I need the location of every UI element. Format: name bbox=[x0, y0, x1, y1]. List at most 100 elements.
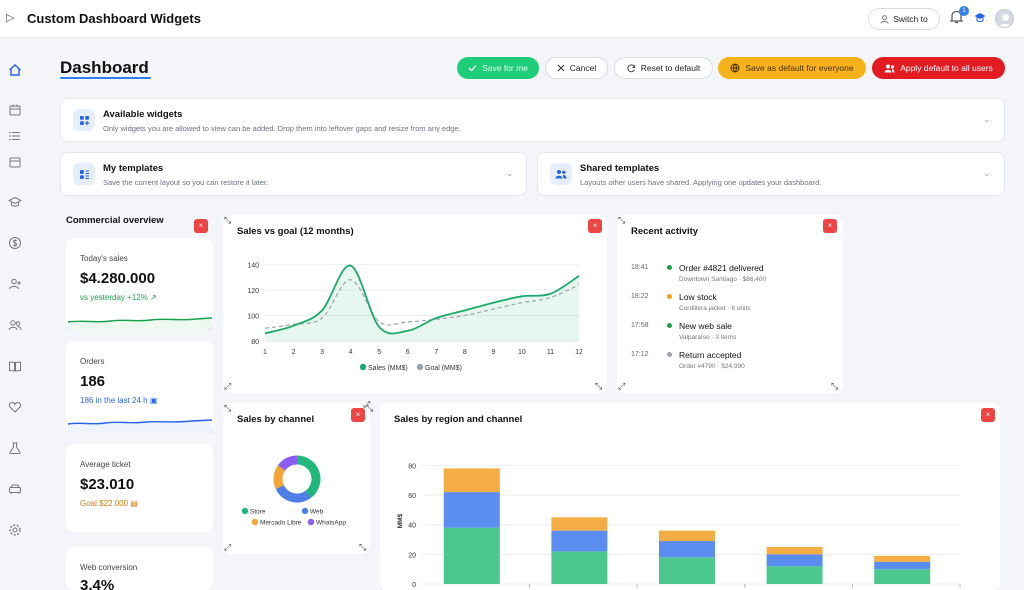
sidebar-toggle-icon[interactable]: ▷ bbox=[6, 11, 14, 24]
y-tick-label: 120 bbox=[247, 288, 259, 295]
apply-all-label: Apply default to all users bbox=[900, 63, 993, 73]
close-icon bbox=[557, 64, 565, 72]
kpi-note: 186 in the last 24 h ▣ bbox=[80, 396, 158, 405]
car-icon[interactable] bbox=[8, 482, 22, 496]
widget-title: Sales by channel bbox=[237, 414, 315, 425]
switch-to-label: Switch to bbox=[893, 14, 928, 24]
users-icon[interactable] bbox=[8, 318, 22, 332]
heart-icon[interactable] bbox=[8, 400, 22, 414]
page-title: Dashboard bbox=[60, 58, 149, 77]
avatar[interactable] bbox=[995, 9, 1014, 28]
graduation-cap-icon[interactable] bbox=[974, 12, 986, 23]
x-tick-label: 9 bbox=[491, 349, 495, 356]
bar-segment bbox=[551, 530, 608, 552]
resize-handle-icon[interactable]: ⤡ bbox=[595, 381, 602, 392]
legend-label: Goal (MM$) bbox=[425, 365, 462, 372]
x-tick-label: 5 bbox=[377, 349, 381, 356]
resize-handle-icon[interactable]: ⤢ bbox=[618, 381, 625, 392]
y-tick-label: 20 bbox=[408, 552, 416, 559]
activity-time: 17:58 bbox=[631, 322, 649, 329]
bar-segment bbox=[659, 530, 715, 542]
close-widget-button[interactable]: × bbox=[194, 219, 208, 233]
dollar-icon[interactable] bbox=[8, 236, 22, 250]
save-default-everyone-button[interactable]: Save as default for everyone bbox=[718, 57, 866, 79]
channel-donut-chart: Store Web Mercado Libre WhatsApp bbox=[241, 455, 346, 527]
my-templates-title: My templates bbox=[103, 163, 164, 174]
activity-title[interactable]: Return accepted bbox=[679, 350, 741, 360]
book-icon[interactable] bbox=[8, 359, 22, 373]
activity-title[interactable]: Order #4821 delivered bbox=[679, 263, 764, 273]
sparkline bbox=[67, 419, 213, 433]
widget-title: Recent activity bbox=[631, 226, 699, 237]
resize-handle-icon[interactable]: ⤡ bbox=[359, 542, 366, 553]
bar-segment bbox=[874, 561, 931, 570]
x-tick-label: 1 bbox=[263, 349, 267, 356]
resize-handle-icon[interactable]: ⤡ bbox=[366, 403, 373, 414]
list-icon[interactable] bbox=[8, 129, 22, 143]
user-icon bbox=[880, 14, 889, 24]
y-tick-label: 60 bbox=[408, 493, 416, 500]
activity-status-dot bbox=[667, 265, 672, 270]
switch-to-button[interactable]: Switch to bbox=[868, 8, 940, 30]
resize-handle-icon[interactable]: ⤡ bbox=[831, 381, 838, 392]
sales-by-region-widget: Sales by region and channel × ⤡ 0 20 40 60 8… bbox=[366, 403, 1000, 590]
apply-default-all-button[interactable]: Apply default to all users bbox=[872, 57, 1005, 79]
donut-slice bbox=[296, 455, 321, 499]
close-widget-button[interactable]: × bbox=[351, 408, 365, 422]
cancel-button[interactable]: Cancel bbox=[545, 57, 608, 79]
resize-handle-icon[interactable]: ⤢ bbox=[224, 542, 231, 553]
kpi-card-orders: Orders 186 186 in the last 24 h ▣ bbox=[66, 341, 213, 433]
settings-icon[interactable] bbox=[8, 523, 22, 537]
resize-handle-icon[interactable]: ⤢ bbox=[224, 381, 231, 392]
reset-to-default-button[interactable]: Reset to default bbox=[614, 57, 713, 79]
home-icon[interactable] bbox=[8, 63, 22, 77]
legend-label: Web bbox=[310, 509, 324, 516]
kpi-value: $4.280.000 bbox=[80, 270, 156, 287]
activity-title[interactable]: Low stock bbox=[679, 292, 717, 302]
x-tick-label: 7 bbox=[434, 349, 438, 356]
close-widget-button[interactable]: × bbox=[823, 219, 837, 233]
shared-templates-panel[interactable]: Shared templates Layouts other users hav… bbox=[537, 152, 1005, 196]
shared-templates-desc: Layouts other users have shared. Applyin… bbox=[580, 178, 822, 187]
available-widgets-panel[interactable]: Available widgets Only widgets you are a… bbox=[60, 98, 1005, 142]
legend-label: Mercado Libre bbox=[260, 520, 302, 527]
refresh-icon bbox=[627, 63, 635, 72]
chevron-down-icon[interactable]: ⌄ bbox=[506, 168, 514, 179]
recent-activity-widget: Recent activity × ⤡ ⤢ ⤡ 18:41 Order #482… bbox=[617, 215, 843, 393]
chevron-down-icon[interactable]: ⌄ bbox=[983, 168, 991, 179]
calendar-alt-icon[interactable] bbox=[8, 155, 22, 169]
resize-handle-icon[interactable]: ⤡ bbox=[224, 215, 231, 226]
close-widget-button[interactable]: × bbox=[981, 408, 995, 422]
kpi-value: $23.010 bbox=[80, 476, 135, 493]
flask-icon[interactable] bbox=[8, 441, 22, 455]
resize-handle-icon[interactable]: ⤡ bbox=[224, 403, 231, 414]
legend-label: Store bbox=[250, 509, 266, 516]
legend-label: WhatsApp bbox=[316, 520, 346, 527]
y-tick-label: 100 bbox=[247, 313, 259, 320]
donut-slice bbox=[273, 465, 286, 490]
save-for-me-button[interactable]: Save for me bbox=[457, 57, 539, 79]
resize-handle-icon[interactable]: ⤡ bbox=[618, 215, 625, 226]
x-tick-label: 2 bbox=[292, 349, 296, 356]
graduation-icon[interactable] bbox=[8, 195, 22, 209]
close-widget-button[interactable]: × bbox=[588, 219, 602, 233]
legend-label: Sales (MM$) bbox=[368, 365, 408, 372]
chevron-down-icon[interactable]: ⌄ bbox=[983, 114, 991, 125]
calendar-icon[interactable] bbox=[8, 103, 22, 117]
top-bar: ▷ Custom Dashboard Widgets Switch to 1 bbox=[0, 0, 1024, 38]
donut-slice bbox=[277, 455, 298, 471]
my-templates-panel[interactable]: My templates Save the current layout so … bbox=[60, 152, 527, 196]
sales-by-channel-widget: Sales by channel × ⤡ ⤢ ⤡ ⤢ Store Web Merca… bbox=[223, 399, 370, 554]
activity-sub: Cordillera jacket · 8 units bbox=[679, 305, 751, 312]
activity-sub: Order #4790 · $24,990 bbox=[679, 363, 745, 370]
template-icon bbox=[73, 163, 95, 185]
my-templates-desc: Save the current layout so you can resto… bbox=[103, 178, 269, 187]
bar-segment bbox=[443, 492, 500, 528]
bar-segment bbox=[766, 546, 823, 555]
user-plus-icon[interactable] bbox=[8, 277, 22, 291]
kpi-value: 3,4% bbox=[80, 577, 115, 590]
x-tick-label: 10 bbox=[518, 349, 526, 356]
app-title: Custom Dashboard Widgets bbox=[27, 11, 201, 26]
activity-title[interactable]: New web sale bbox=[679, 321, 732, 331]
cancel-label: Cancel bbox=[569, 63, 597, 73]
